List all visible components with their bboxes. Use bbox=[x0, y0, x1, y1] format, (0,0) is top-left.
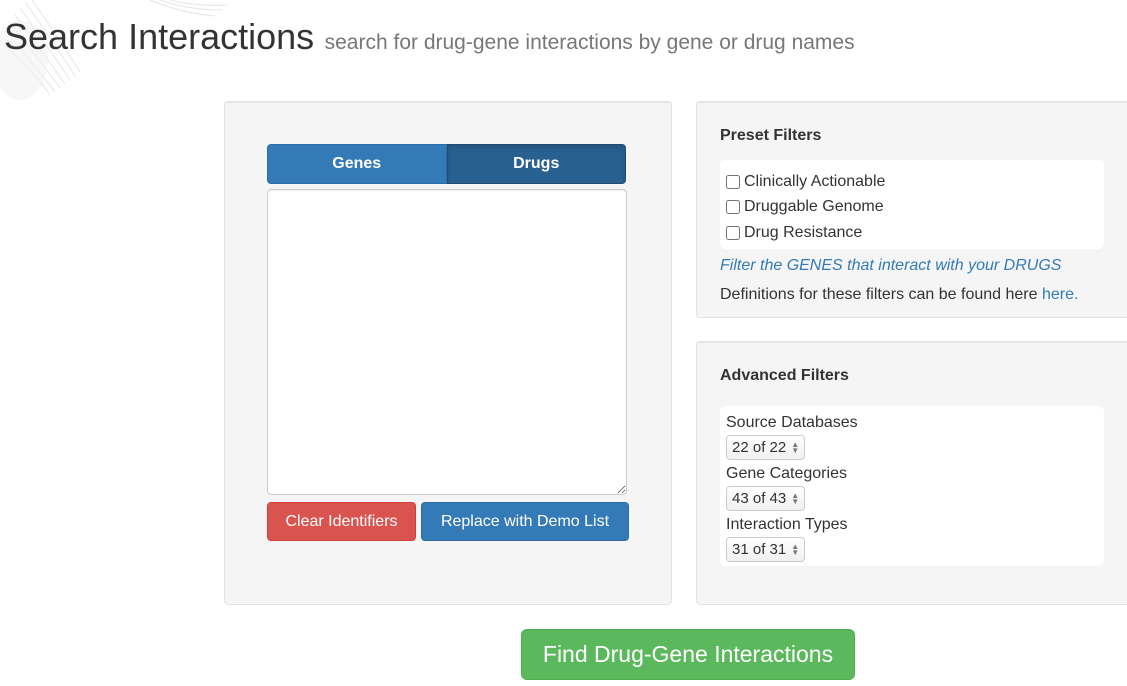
page-header: Search Interactions search for drug-gene… bbox=[4, 16, 855, 58]
select-value: 22 of 22 bbox=[732, 439, 787, 456]
clinically-actionable-checkbox[interactable] bbox=[726, 174, 740, 189]
identifier-panel: Genes Drugs Clear Identifiers Replace wi… bbox=[224, 101, 672, 605]
druggable-genome-checkbox[interactable] bbox=[726, 200, 740, 215]
preset-filters-list: Clinically Actionable Druggable Genome D… bbox=[720, 160, 1104, 249]
filter-clinically-actionable[interactable]: Clinically Actionable bbox=[720, 169, 1104, 195]
advanced-filters-heading: Advanced Filters bbox=[720, 367, 849, 384]
clear-identifiers-button[interactable]: Clear Identifiers bbox=[267, 502, 416, 541]
filter-note-link[interactable]: Filter the GENES that interact with your… bbox=[720, 257, 1061, 275]
search-mode-toggle: Genes Drugs bbox=[267, 144, 626, 184]
filter-label: Drug Resistance bbox=[744, 223, 863, 241]
page-title: Search Interactions bbox=[4, 16, 315, 57]
updown-caret-icon: ▲ ▼ bbox=[791, 490, 800, 506]
advanced-filters-panel: Advanced Filters Source Databases 22 of … bbox=[696, 341, 1127, 605]
advanced-filters-list: Source Databases 22 of 22 ▲ ▼ Gene Catego… bbox=[720, 406, 1104, 566]
filter-drug-resistance[interactable]: Drug Resistance bbox=[720, 220, 1104, 246]
filter-label: Clinically Actionable bbox=[744, 172, 886, 190]
filter-druggable-genome[interactable]: Druggable Genome bbox=[720, 195, 1104, 221]
source-databases-select[interactable]: 22 of 22 ▲ ▼ bbox=[726, 435, 806, 460]
drugs-tab[interactable]: Drugs bbox=[446, 144, 626, 184]
gene-categories-label: Gene Categories bbox=[726, 465, 847, 482]
select-value: 43 of 43 bbox=[732, 490, 787, 507]
demo-list-button[interactable]: Replace with Demo List bbox=[421, 502, 629, 541]
filter-label: Druggable Genome bbox=[744, 198, 884, 216]
interaction-types-select[interactable]: 31 of 31 ▲ ▼ bbox=[726, 537, 806, 562]
definitions-link[interactable]: here. bbox=[1042, 286, 1078, 303]
source-databases-label: Source Databases bbox=[726, 414, 858, 431]
definitions-label: Definitions for these filters can be fou… bbox=[720, 286, 1038, 303]
definitions-text: Definitions for these filters can be fou… bbox=[720, 286, 1078, 304]
interaction-types-label: Interaction Types bbox=[726, 516, 848, 533]
preset-filters-panel: Preset Filters Clinically Actionable Dru… bbox=[696, 101, 1127, 318]
updown-caret-icon: ▲ ▼ bbox=[791, 439, 800, 455]
find-interactions-button[interactable]: Find Drug-Gene Interactions bbox=[521, 629, 855, 680]
drug-resistance-checkbox[interactable] bbox=[726, 225, 740, 240]
gene-categories-select[interactable]: 43 of 43 ▲ ▼ bbox=[726, 486, 806, 511]
page-subtitle: search for drug-gene interactions by gen… bbox=[324, 31, 855, 54]
select-value: 31 of 31 bbox=[732, 541, 787, 558]
updown-caret-icon: ▲ ▼ bbox=[791, 541, 800, 557]
identifier-textarea[interactable] bbox=[267, 189, 627, 495]
preset-filters-heading: Preset Filters bbox=[720, 127, 822, 144]
genes-tab[interactable]: Genes bbox=[267, 144, 447, 184]
